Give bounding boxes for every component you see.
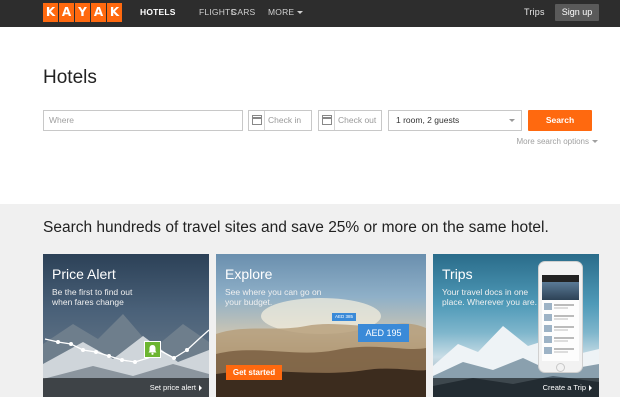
explore-desc: See where you can go on your budget. bbox=[225, 287, 322, 307]
more-search-options-label: More search options bbox=[516, 137, 589, 146]
trips-title: Trips bbox=[442, 266, 473, 282]
home-button-icon bbox=[556, 363, 565, 372]
set-price-alert-link[interactable]: Set price alert bbox=[150, 378, 202, 397]
search-button[interactable]: Search bbox=[528, 110, 592, 131]
page-title: Hotels bbox=[43, 67, 97, 88]
price-alert-desc: Be the first to find out when fares chan… bbox=[52, 287, 133, 307]
logo-letter: Y bbox=[75, 3, 90, 22]
promo-tagline: Search hundreds of travel sites and save… bbox=[43, 219, 549, 236]
promo-section: Search hundreds of travel sites and save… bbox=[0, 204, 620, 397]
more-search-options-link[interactable]: More search options bbox=[517, 137, 598, 146]
phone-screen bbox=[542, 275, 579, 361]
explore-title: Explore bbox=[225, 266, 273, 282]
create-trip-label: Create a Trip bbox=[542, 383, 586, 392]
checkout-label: Check out bbox=[338, 115, 377, 125]
nav-more-label: MORE bbox=[268, 7, 295, 17]
chevron-right-icon bbox=[199, 385, 202, 392]
signup-button[interactable]: Sign up bbox=[555, 4, 599, 21]
price-alert-title: Price Alert bbox=[52, 266, 116, 282]
price-tag-small: AED 385 bbox=[332, 313, 356, 321]
top-navbar: K A Y A K HOTELS FLIGHTS CARS MORE Trips… bbox=[0, 0, 620, 27]
nav-trips[interactable]: Trips bbox=[524, 0, 545, 27]
logo-letter: K bbox=[43, 3, 58, 22]
logo-letter: A bbox=[91, 3, 106, 22]
set-price-alert-label: Set price alert bbox=[149, 383, 196, 392]
checkin-field[interactable]: Check in bbox=[248, 110, 312, 131]
kayak-logo[interactable]: K A Y A K bbox=[43, 3, 122, 22]
phone-mockup bbox=[538, 261, 583, 373]
chevron-down-icon bbox=[592, 140, 598, 144]
bell-icon bbox=[144, 341, 161, 358]
where-input[interactable] bbox=[49, 111, 239, 129]
create-trip-link[interactable]: Create a Trip bbox=[543, 378, 592, 397]
rooms-guests-value: 1 room, 2 guests bbox=[396, 115, 460, 125]
get-started-button[interactable]: Get started bbox=[226, 365, 282, 380]
logo-letter: A bbox=[59, 3, 74, 22]
chevron-down-icon bbox=[509, 119, 515, 122]
explore-card[interactable]: Explore See where you can go on your bud… bbox=[216, 254, 426, 397]
price-alert-card[interactable]: Price Alert Be the first to find out whe… bbox=[43, 254, 209, 397]
chevron-down-icon bbox=[297, 11, 304, 15]
rooms-guests-select[interactable]: 1 room, 2 guests bbox=[388, 110, 522, 131]
nav-hotels[interactable]: HOTELS bbox=[140, 0, 176, 27]
price-tag-large: AED 195 bbox=[358, 324, 409, 342]
where-field[interactable] bbox=[43, 110, 243, 131]
calendar-icon bbox=[249, 111, 265, 130]
checkin-label: Check in bbox=[268, 115, 302, 125]
chevron-right-icon bbox=[589, 385, 592, 392]
nav-cars[interactable]: CARS bbox=[231, 0, 255, 27]
nav-more[interactable]: MORE bbox=[268, 0, 304, 27]
calendar-icon bbox=[319, 111, 335, 130]
logo-letter: K bbox=[107, 3, 122, 22]
trips-desc: Your travel docs in one place. Wherever … bbox=[442, 287, 537, 307]
trips-card[interactable]: Trips Your travel docs in one place. Whe… bbox=[433, 254, 599, 397]
checkout-field[interactable]: Check out bbox=[318, 110, 382, 131]
